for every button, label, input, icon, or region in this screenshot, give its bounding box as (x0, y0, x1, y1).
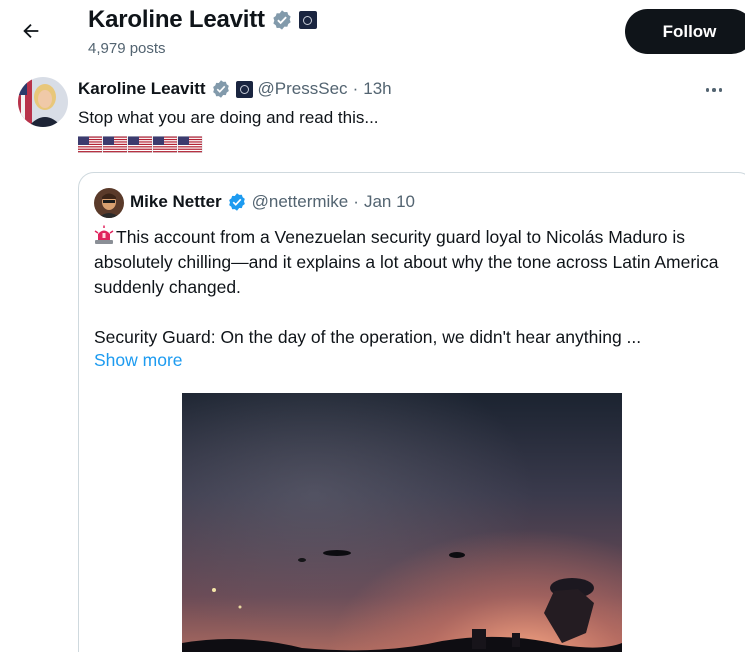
header-title-row: Karoline Leavitt (88, 6, 317, 34)
quote-paragraph-1-text: This account from a Venezuelan security … (94, 227, 719, 297)
verified-badge-icon (228, 193, 245, 211)
show-more-link[interactable]: Show more (94, 350, 183, 371)
post-author-name[interactable]: Karoline Leavitt (78, 79, 206, 99)
more-options-icon (705, 88, 710, 92)
avatar[interactable] (18, 77, 68, 127)
quote-paragraph-1: This account from a Venezuelan security … (94, 225, 734, 300)
us-flag-emoji (178, 136, 203, 153)
us-flag-emoji (103, 136, 128, 153)
post-count: 4,979 posts (88, 40, 166, 57)
post-text: Stop what you are doing and read this... (78, 108, 379, 127)
quote-handle[interactable]: @nettermike (252, 192, 349, 212)
government-seal-icon (235, 80, 253, 98)
rotating-light-emoji (94, 225, 114, 244)
back-button[interactable] (14, 14, 48, 48)
quote-avatar[interactable] (94, 188, 124, 218)
separator: · (353, 192, 359, 211)
quote-video-thumbnail[interactable] (182, 393, 622, 652)
separator: · (352, 79, 359, 98)
quoted-post-card[interactable]: Mike Netter @nettermike · Jan 10 This ac… (78, 172, 745, 652)
quote-text: This account from a Venezuelan security … (94, 225, 734, 350)
flag-emoji-row (78, 136, 203, 153)
us-flag-emoji (128, 136, 153, 153)
verified-badge-icon (273, 10, 291, 30)
quote-author-name[interactable]: Mike Netter (130, 192, 222, 212)
quote-paragraph-2: Security Guard: On the day of the operat… (94, 327, 642, 347)
us-flag-emoji (78, 136, 103, 153)
us-flag-emoji (153, 136, 178, 153)
profile-header: Karoline Leavitt 4,979 posts Follow (0, 0, 745, 66)
verified-badge-icon (212, 80, 229, 98)
arrow-left-icon (23, 23, 39, 39)
header-name: Karoline Leavitt (88, 6, 265, 33)
follow-button[interactable]: Follow (625, 9, 745, 54)
more-options-button[interactable] (702, 80, 726, 100)
government-seal-icon (298, 11, 317, 29)
post-handle[interactable]: @PressSec (258, 79, 348, 99)
post-header: Karoline Leavitt @PressSec · 13h (78, 79, 392, 99)
post-time[interactable]: 13h (363, 79, 391, 99)
quote-date[interactable]: Jan 10 (364, 192, 415, 212)
quote-header: Mike Netter @nettermike · Jan 10 (130, 192, 415, 212)
